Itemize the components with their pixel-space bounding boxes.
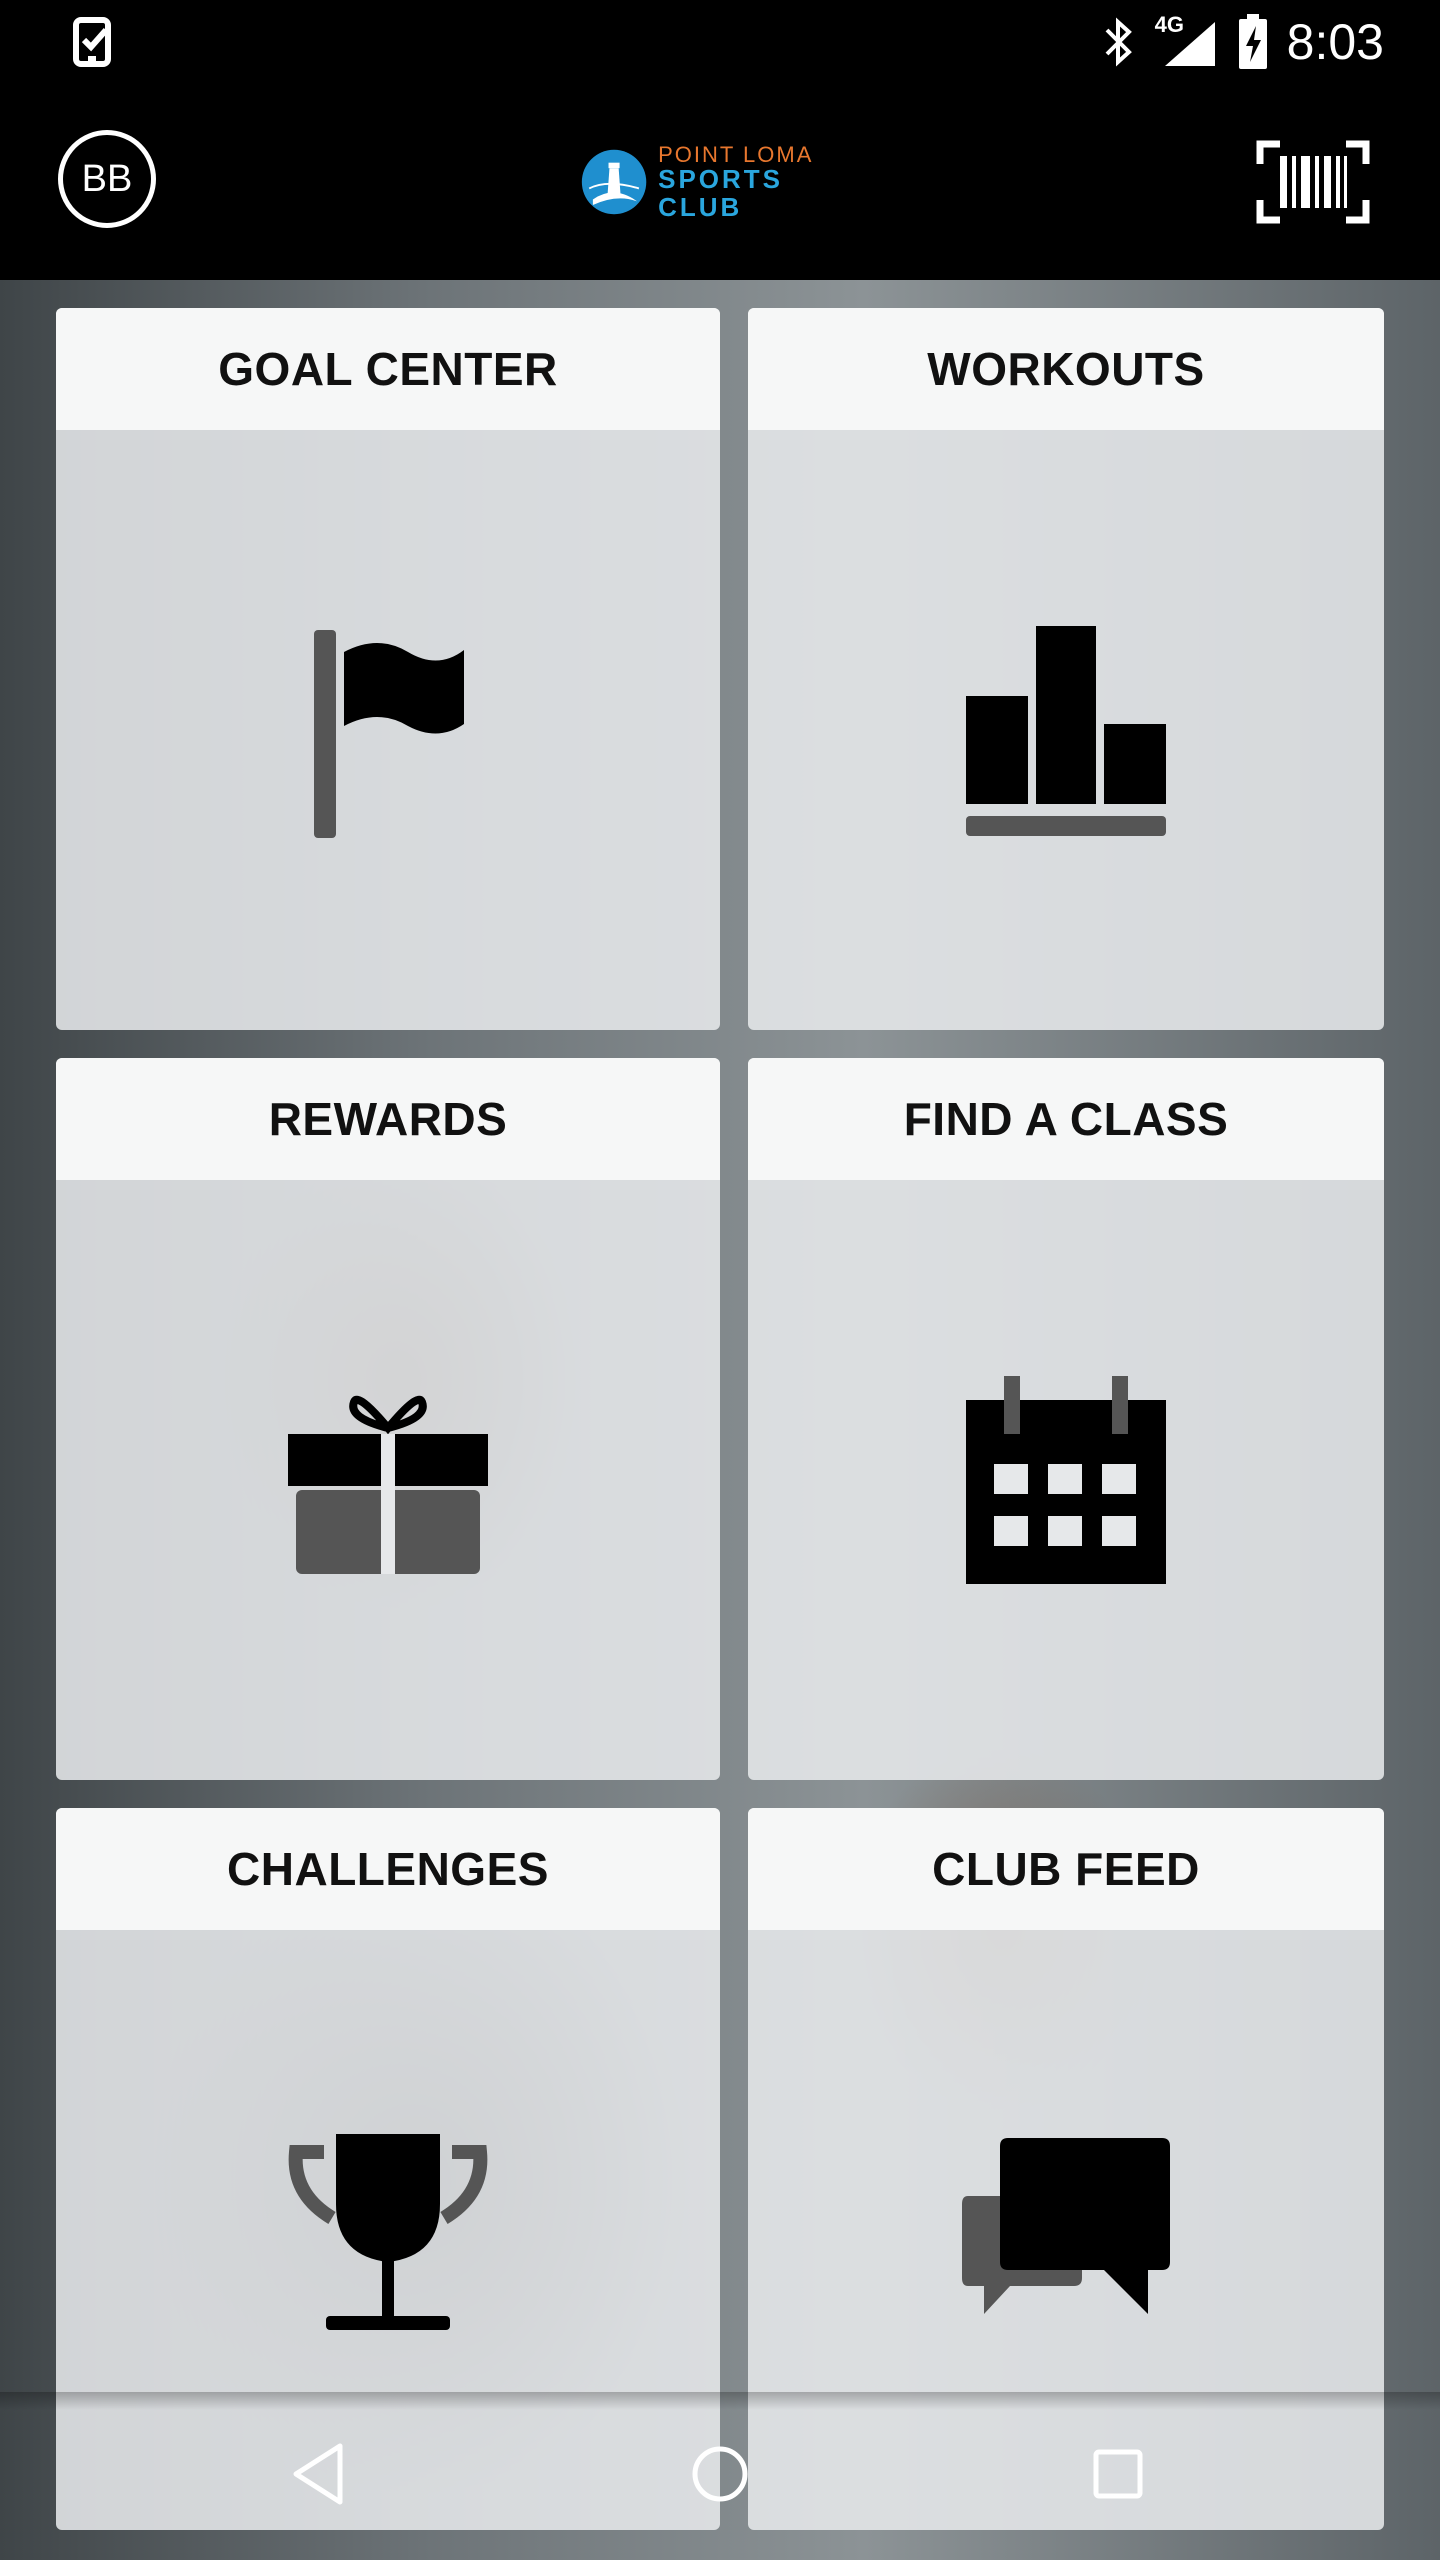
tile-title: CHALLENGES <box>56 1808 720 1930</box>
logo-text-line1: POINT LOMA <box>658 142 814 168</box>
tile-rewards[interactable]: REWARDS <box>56 1058 720 1780</box>
profile-avatar-button[interactable]: BB <box>58 130 156 228</box>
lighthouse-logo-icon <box>581 149 647 215</box>
home-icon[interactable] <box>680 2434 760 2514</box>
calendar-icon <box>966 1376 1166 1584</box>
flag-icon <box>314 630 464 838</box>
status-time: 8:03 <box>1286 14 1384 70</box>
tile-workouts[interactable]: WORKOUTS <box>748 308 1384 1030</box>
system-nav-bar <box>0 2392 1440 2560</box>
battery-charging-icon <box>1238 14 1267 69</box>
gift-icon <box>288 1395 488 1574</box>
logo-text-line2: SPORTS CLUB <box>658 164 784 222</box>
tile-title: CLUB FEED <box>748 1808 1384 1930</box>
bar-chart-icon <box>966 626 1166 836</box>
status-bar: 4G 8:03 <box>0 0 1440 84</box>
tile-title: GOAL CENTER <box>56 308 720 430</box>
tile-title: FIND A CLASS <box>748 1058 1384 1180</box>
back-icon[interactable] <box>280 2434 360 2514</box>
trophy-icon <box>288 2134 488 2330</box>
club-logo: POINT LOMA SPORTS CLUB <box>580 142 860 222</box>
signal-icon: 4G <box>1155 12 1219 68</box>
barcode-scan-icon[interactable] <box>1256 140 1370 224</box>
tile-goal-center[interactable]: GOAL CENTER <box>56 308 720 1030</box>
bluetooth-icon <box>1105 17 1132 67</box>
avatar-initials: BB <box>81 157 133 200</box>
chat-bubbles-icon <box>962 2138 1170 2314</box>
tile-find-a-class[interactable]: FIND A CLASS <box>748 1058 1384 1780</box>
recents-icon[interactable] <box>1078 2434 1158 2514</box>
task-check-icon <box>73 17 111 67</box>
tile-title: WORKOUTS <box>748 308 1384 430</box>
app-header: BB POINT LOMA SPORTS CLUB <box>0 84 1440 280</box>
tile-title: REWARDS <box>56 1058 720 1180</box>
